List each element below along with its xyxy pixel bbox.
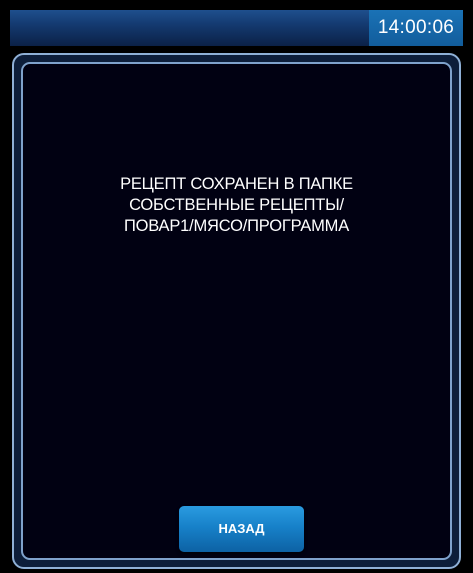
message-line: ПОВАР1/МЯСО/ПРОГРАММА: [123, 217, 350, 235]
dialog-content: РЕЦЕПТ СОХРАНЕН В ПАПКЕ СОБСТВЕННЫЕ РЕЦЕ…: [21, 62, 452, 560]
back-button[interactable]: НАЗАД: [179, 506, 304, 552]
message-line: РЕЦЕПТ СОХРАНЕН В ПАПКЕ: [120, 175, 353, 193]
header-bar: 14:00:06: [10, 10, 463, 46]
message-line: СОБСТВЕННЫЕ РЕЦЕПТЫ/: [129, 196, 344, 214]
dialog-panel: РЕЦЕПТ СОХРАНЕН В ПАПКЕ СОБСТВЕННЫЕ РЕЦЕ…: [12, 53, 461, 569]
screen: 14:00:06 РЕЦЕПТ СОХРАНЕН В ПАПКЕ СОБСТВЕ…: [0, 0, 473, 573]
clock: 14:00:06: [369, 10, 463, 46]
save-confirmation-message: РЕЦЕПТ СОХРАНЕН В ПАПКЕ СОБСТВЕННЫЕ РЕЦЕ…: [43, 174, 430, 237]
